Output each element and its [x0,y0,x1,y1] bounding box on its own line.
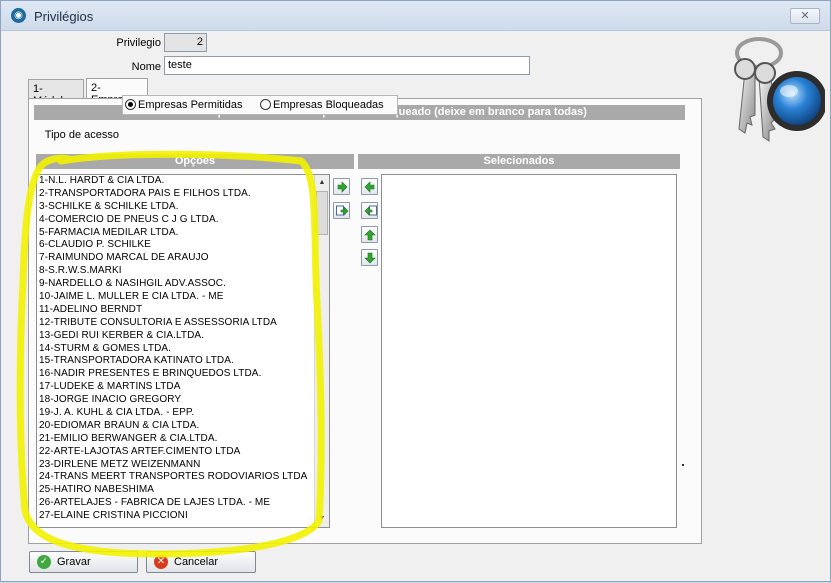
opcoes-list-item[interactable]: 11-ADELINO BERNDT [37,304,329,317]
opcoes-listbox[interactable]: 1-N.L. HARDT & CIA LTDA. 2-TRANSPORTADORA… [36,174,330,528]
checkmark-icon: ✓ [37,555,51,569]
remove-selected-button[interactable] [361,178,378,195]
nome-input[interactable]: teste [164,56,530,75]
radio-empresas-bloqueadas[interactable]: Empresas Bloqueadas [260,99,384,111]
tab-modulos[interactable]: 1-Módulos [28,79,84,107]
arrow-up-icon [364,229,376,241]
opcoes-list-item[interactable]: 1-N.L. HARDT & CIA LTDA. [37,175,329,188]
opcoes-list-item[interactable]: 16-NADIR PRESENTES E BRINQUEDOS LTDA. [37,368,329,381]
opcoes-list-item[interactable]: 25-HATIRO NABESHIMA [37,484,329,497]
app-logo-icon: ◉ [11,8,26,23]
opcoes-scrollbar[interactable]: ▲ ▼ [314,175,329,527]
opcoes-list-item[interactable]: 24-TRANS MEERT TRANSPORTES RODOVIARIOS L… [37,471,329,484]
selecionados-header: Selecionados [358,154,680,169]
opcoes-list-item[interactable]: 26-ARTELAJES - FABRICA DE LAJES LTDA. - … [37,497,329,510]
opcoes-list-item[interactable]: 13-GEDI RUI KERBER & CIA.LTDA. [37,330,329,343]
opcoes-list-item[interactable]: 3-SCHILKE & SCHILKE LTDA. [37,201,329,214]
opcoes-list-item[interactable]: 9-NARDELLO & NASIHGIL ADV.ASSOC. [37,278,329,291]
move-up-button[interactable] [361,226,378,243]
opcoes-list-item[interactable]: 21-EMILIO BERWANGER & CIA.LTDA. [37,433,329,446]
opcoes-list-item[interactable]: 18-JORGE INACIO GREGORY [37,394,329,407]
move-down-button[interactable] [361,249,378,266]
title-bar: ◉ Privilégios ✕ [1,1,830,31]
opcoes-list-item[interactable]: 14-STURM & GOMES LTDA. [37,343,329,356]
opcoes-list-item[interactable]: 8-S.R.W.S.MARKI [37,265,329,278]
tipo-acesso-radio-group: Empresas Permitidas Empresas Bloqueadas [122,95,398,115]
radio-dot-selected [125,99,136,110]
divider-dot [682,464,684,466]
radio-permitidas-label: Empresas Permitidas [138,99,243,111]
remove-all-button[interactable] [361,202,378,219]
cancelar-label: Cancelar [174,556,219,568]
cancel-icon: ✕ [154,555,168,569]
radio-bloqueadas-label: Empresas Bloqueadas [273,99,384,111]
add-selected-button[interactable] [333,178,350,195]
radio-dot [260,99,271,110]
tipo-acesso-label: Tipo de acesso [44,129,119,141]
opcoes-list-item[interactable]: 22-ARTE-LAJOTAS ARTEF.CIMENTO LTDA [37,446,329,459]
scroll-thumb[interactable] [316,191,328,235]
gravar-label: Gravar [57,556,91,568]
arrow-left-icon [364,181,375,193]
selecionados-listbox[interactable] [381,174,677,528]
opcoes-list-item[interactable]: 5-FARMACIA MEDILAR LTDA. [37,227,329,240]
opcoes-list-item[interactable]: 20-EDIOMAR BRAUN & CIA LTDA. [37,420,329,433]
scroll-down-arrow-icon[interactable]: ▼ [315,512,329,526]
opcoes-list-item[interactable]: 7-RAIMUNDO MARCAL DE ARAUJO [37,252,329,265]
close-button[interactable]: ✕ [790,8,820,24]
opcoes-list-item[interactable]: 27-ELAINE CRISTINA PICCIONI [37,510,329,523]
opcoes-header: Opções [36,154,354,169]
gravar-button[interactable]: ✓ Gravar [29,551,138,573]
privilegio-label: Privilegio [116,37,161,49]
keys-icon [734,37,825,142]
opcoes-list-item[interactable]: 10-JAIME L. MULLER E CIA LTDA. - ME [37,291,329,304]
privilegios-window: ◉ Privilégios ✕ Privilegio 2 Nome teste [0,0,831,582]
opcoes-items: 1-N.L. HARDT & CIA LTDA. 2-TRANSPORTADORA… [37,175,329,523]
radio-empresas-permitidas[interactable]: Empresas Permitidas [125,99,243,111]
opcoes-list-item[interactable]: 15-TRANSPORTADORA KATINATO LTDA. [37,355,329,368]
opcoes-list-item[interactable]: 17-LUDEKE & MARTINS LTDA [37,381,329,394]
opcoes-list-item[interactable]: 12-TRIBUTE CONSULTORIA E ASSESSORIA LTDA [37,317,329,330]
move-all-right-icon [336,205,349,216]
opcoes-list-item[interactable]: 2-TRANSPORTADORA PAIS E FILHOS LTDA. [37,188,329,201]
opcoes-list-item[interactable]: 23-DIRLENE METZ WEIZENMANN [37,459,329,472]
window-title: Privilégios [34,9,94,24]
add-all-button[interactable] [333,202,350,219]
window-content: Privilegio 2 Nome teste 1- 2- (deixe em … [1,31,830,581]
nome-label: Nome [131,61,161,73]
scroll-up-arrow-icon[interactable]: ▲ [315,176,329,190]
opcoes-list-item[interactable]: 4-COMERCIO DE PNEUS C J G LTDA. [37,214,329,227]
arrow-right-icon [337,181,348,193]
opcoes-list-item[interactable]: 19-J. A. KUHL & CIA LTDA. - EPP. [37,407,329,420]
move-all-left-icon [364,205,377,216]
privilegio-field: 2 [164,33,207,52]
cancelar-button[interactable]: ✕ Cancelar [146,551,256,573]
arrow-down-icon [364,252,376,264]
opcoes-list-item[interactable]: 6-CLAUDIO P. SCHILKE [37,239,329,252]
